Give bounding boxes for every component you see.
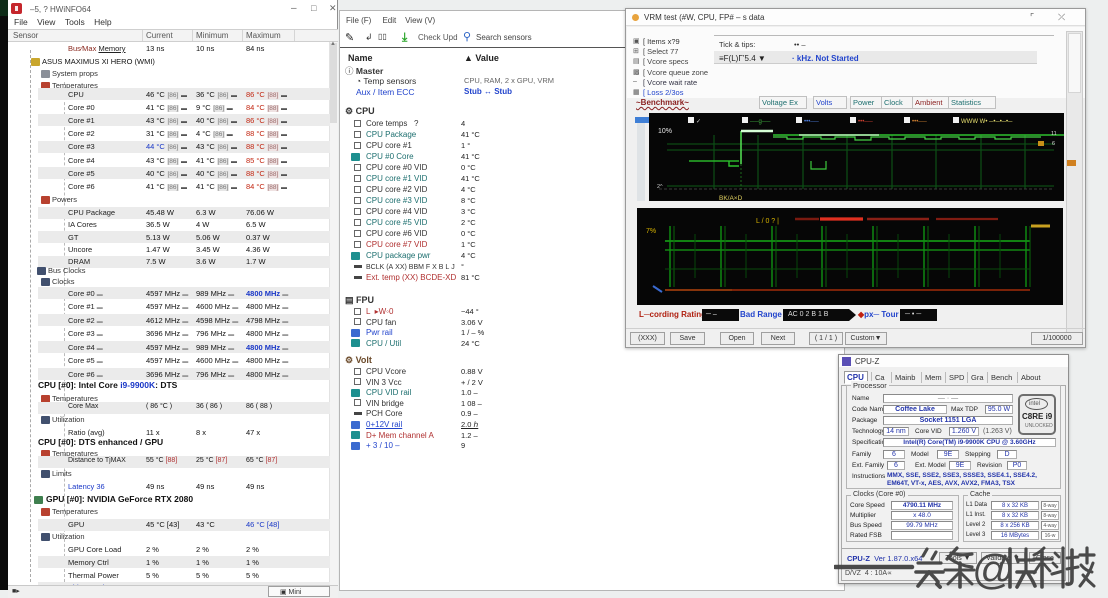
svg-text:•••──: •••── [912, 119, 928, 125]
svg-text:6: 6 [1052, 141, 1055, 147]
svg-text:10%: 10% [658, 128, 672, 135]
svg-text:L / 0 ? |: L / 0 ? | [756, 218, 779, 225]
svg-text:2^: 2^ [657, 184, 663, 190]
svg-text:WWW W• ─•─•─•─: WWW W• ─•─•─•─ [961, 119, 1013, 125]
svg-text:•••──: •••── [804, 119, 820, 125]
svg-text:BK/A×D: BK/A×D [719, 195, 743, 201]
svg-text:──g──: ──g── [749, 119, 771, 125]
svg-text:11: 11 [1051, 131, 1057, 137]
svg-text:7%: 7% [646, 228, 656, 235]
svg-text:✓: ✓ [696, 119, 701, 125]
svg-text:•••──: •••── [858, 119, 874, 125]
